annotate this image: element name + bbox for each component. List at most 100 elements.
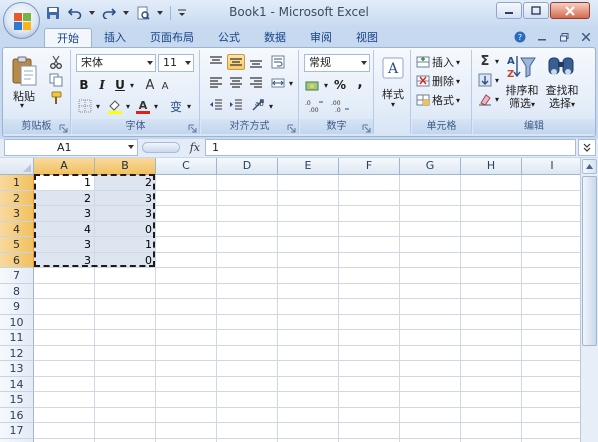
- scroll-up-button[interactable]: [582, 159, 597, 174]
- cell-i3[interactable]: [522, 206, 583, 222]
- cell-h4[interactable]: [461, 221, 522, 237]
- currency-dropdown-icon[interactable]: ▾: [322, 80, 330, 90]
- paste-icon[interactable]: [9, 54, 39, 88]
- cell-d9[interactable]: [217, 299, 278, 315]
- cell-i1[interactable]: [522, 175, 583, 191]
- cell-g1[interactable]: [400, 175, 461, 191]
- cell-c18[interactable]: [156, 438, 217, 442]
- cell-e18[interactable]: [278, 438, 339, 442]
- format-dropdown-icon[interactable]: ▾: [456, 96, 460, 105]
- styles-dropdown-icon[interactable]: ▾: [388, 100, 398, 109]
- copy-icon[interactable]: [47, 72, 65, 88]
- help-icon[interactable]: ?: [514, 31, 526, 43]
- cell-b10[interactable]: [95, 314, 156, 330]
- cell-a6[interactable]: 3: [34, 252, 95, 268]
- increase-indent-icon[interactable]: [227, 97, 245, 113]
- phonetic-guide-button[interactable]: 变: [166, 97, 186, 115]
- cell-b18[interactable]: [95, 438, 156, 442]
- workbook-minimize-icon[interactable]: [536, 31, 548, 43]
- row-header-5[interactable]: 5: [0, 237, 34, 253]
- decrease-indent-icon[interactable]: [207, 97, 225, 113]
- cell-e1[interactable]: [278, 175, 339, 191]
- row-header-14[interactable]: 14: [0, 376, 34, 392]
- cell-h3[interactable]: [461, 206, 522, 222]
- underline-dropdown-icon[interactable]: ▾: [128, 80, 136, 90]
- column-header-f[interactable]: F: [339, 158, 400, 175]
- insert-function-button[interactable]: fx: [190, 141, 200, 154]
- cell-f8[interactable]: [339, 283, 400, 299]
- name-box[interactable]: A1: [4, 139, 138, 156]
- clipboard-launcher-icon[interactable]: [59, 123, 68, 133]
- cell-a17[interactable]: [34, 423, 95, 439]
- cell-f15[interactable]: [339, 392, 400, 408]
- sort-filter-dropdown-icon[interactable]: ▾: [531, 100, 535, 109]
- cell-i2[interactable]: [522, 190, 583, 206]
- styles-icon[interactable]: A: [381, 56, 405, 80]
- cell-d1[interactable]: [217, 175, 278, 191]
- cell-h6[interactable]: [461, 252, 522, 268]
- bold-button[interactable]: B: [76, 77, 92, 93]
- row-header-11[interactable]: 11: [0, 330, 34, 346]
- column-header-d[interactable]: D: [217, 158, 278, 175]
- row-header-13[interactable]: 13: [0, 361, 34, 377]
- find-select-button[interactable]: 查找和 选择▾: [543, 84, 581, 111]
- fill-dropdown-icon[interactable]: ▾: [493, 75, 501, 85]
- cell-b15[interactable]: [95, 392, 156, 408]
- cell-a10[interactable]: [34, 314, 95, 330]
- merge-center-icon[interactable]: [269, 75, 287, 91]
- align-bottom-icon[interactable]: [247, 54, 265, 70]
- row-header-7[interactable]: 7: [0, 268, 34, 284]
- shrink-font-button[interactable]: A: [158, 79, 172, 93]
- cell-g13[interactable]: [400, 361, 461, 377]
- cell-g14[interactable]: [400, 376, 461, 392]
- cell-b11[interactable]: [95, 330, 156, 346]
- cell-e16[interactable]: [278, 407, 339, 423]
- borders-dropdown-icon[interactable]: ▾: [94, 101, 102, 111]
- cell-i5[interactable]: [522, 237, 583, 253]
- tab-page-layout[interactable]: 页面布局: [138, 28, 206, 48]
- cell-i10[interactable]: [522, 314, 583, 330]
- column-header-a[interactable]: A: [34, 158, 95, 175]
- worksheet-grid[interactable]: ABCDEFGHI 123456789101112131415161718 12…: [0, 158, 598, 442]
- cell-e14[interactable]: [278, 376, 339, 392]
- cell-g4[interactable]: [400, 221, 461, 237]
- cell-g8[interactable]: [400, 283, 461, 299]
- cell-a11[interactable]: [34, 330, 95, 346]
- column-header-b[interactable]: B: [95, 158, 156, 175]
- cell-g10[interactable]: [400, 314, 461, 330]
- font-launcher-icon[interactable]: [188, 123, 197, 133]
- cell-a15[interactable]: [34, 392, 95, 408]
- insert-cells-button[interactable]: 插入 ▾: [416, 54, 460, 70]
- vertical-scrollbar[interactable]: [580, 158, 598, 442]
- cell-c1[interactable]: [156, 175, 217, 191]
- cell-g15[interactable]: [400, 392, 461, 408]
- cell-e3[interactable]: [278, 206, 339, 222]
- clear-dropdown-icon[interactable]: ▾: [493, 94, 501, 104]
- autosum-button[interactable]: Σ: [477, 53, 493, 69]
- borders-icon[interactable]: [76, 98, 94, 114]
- cell-a18[interactable]: [34, 438, 95, 442]
- cell-i9[interactable]: [522, 299, 583, 315]
- cell-e6[interactable]: [278, 252, 339, 268]
- row-header-6[interactable]: 6: [0, 252, 34, 268]
- cell-h7[interactable]: [461, 268, 522, 284]
- cell-h2[interactable]: [461, 190, 522, 206]
- cell-e13[interactable]: [278, 361, 339, 377]
- comma-button[interactable]: ,: [352, 75, 368, 91]
- cell-f9[interactable]: [339, 299, 400, 315]
- delete-cells-button[interactable]: 删除 ▾: [416, 73, 460, 89]
- cell-f16[interactable]: [339, 407, 400, 423]
- cell-a1[interactable]: 1: [34, 175, 95, 191]
- cell-i7[interactable]: [522, 268, 583, 284]
- cell-e9[interactable]: [278, 299, 339, 315]
- cell-c15[interactable]: [156, 392, 217, 408]
- cell-d10[interactable]: [217, 314, 278, 330]
- cell-f7[interactable]: [339, 268, 400, 284]
- fill-icon[interactable]: [477, 72, 493, 88]
- cell-d3[interactable]: [217, 206, 278, 222]
- underline-button[interactable]: U: [112, 77, 128, 93]
- cell-h9[interactable]: [461, 299, 522, 315]
- tab-view[interactable]: 视图: [344, 28, 390, 48]
- cell-d13[interactable]: [217, 361, 278, 377]
- cell-a14[interactable]: [34, 376, 95, 392]
